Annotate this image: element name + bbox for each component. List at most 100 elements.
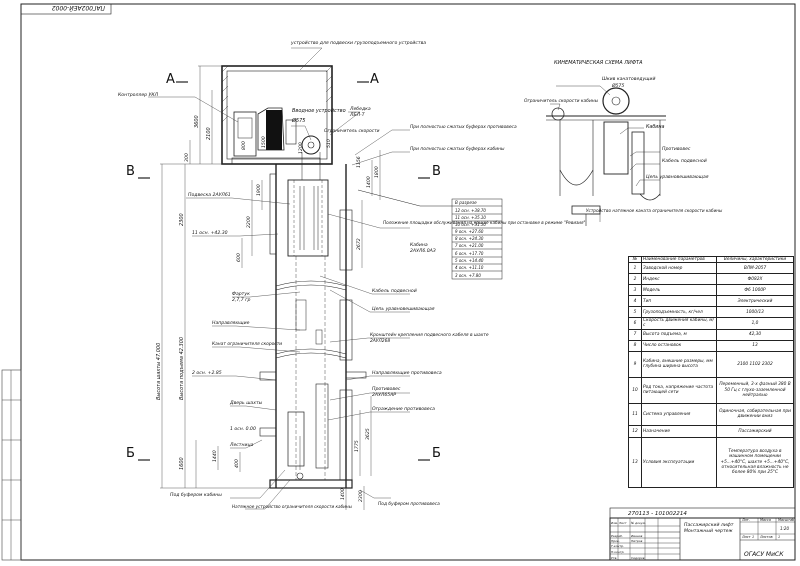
- section-marks: [138, 81, 430, 461]
- sign-role: Н.контр.: [611, 550, 624, 554]
- kin-chain: Цепь уравновешивающая: [646, 174, 709, 180]
- dim-d2: 800: [241, 141, 247, 150]
- floor-row: 6 осн. +17.70: [455, 251, 484, 256]
- dim-d4: 1400: [366, 176, 372, 188]
- spec-num: 8: [628, 339, 642, 352]
- doc-code: 270113 - 101002214: [628, 511, 687, 517]
- dim-d1: 1900: [256, 184, 262, 196]
- sign-name: Сидоров: [631, 556, 645, 560]
- doc-subtitle: Монтажный чертеж: [684, 528, 733, 534]
- label-guide: Направляющие: [212, 320, 250, 326]
- spec-value: 42,30: [716, 328, 794, 341]
- dim-d3: 1200: [298, 142, 304, 154]
- spec-value: Температура воздуха в машинном помещении…: [716, 436, 794, 488]
- spec-param: Условия эксплуатации: [641, 436, 717, 488]
- spec-row: 10 Род тока, напряжение частота питающей…: [628, 376, 794, 404]
- sign-role: Пров.: [611, 539, 620, 543]
- floor-row: 4 осн. +11.10: [455, 265, 484, 270]
- spec-value: 1000/13: [716, 306, 794, 319]
- label-limiter-top: Ограничитель скорости: [324, 128, 380, 134]
- kin-pulley-dia: Ø575: [611, 82, 624, 89]
- floor-row: 3 осн. +7.80: [455, 273, 481, 278]
- doc-title: Пассажирский лифт: [684, 522, 734, 528]
- spec-param: Грузоподъемность, кг/чел: [641, 306, 717, 319]
- spec-num: 4: [628, 295, 642, 308]
- sheet-header: Лист: [741, 535, 752, 539]
- kin-limiter: Ограничитель скорости кабины: [524, 98, 599, 104]
- spec-row: 2 Индекс Ф082Х: [628, 273, 794, 286]
- spec-param: Заводской номер: [641, 262, 717, 275]
- org-name: ОГАСУ МиСК: [744, 551, 784, 558]
- label-ladder: Лестница: [229, 442, 254, 448]
- spec-num: 7: [628, 328, 642, 341]
- spec-num: 12: [628, 424, 642, 438]
- spec-num: 3: [628, 284, 642, 297]
- dim-d10: 1800: [374, 166, 380, 178]
- spec-num: 2: [628, 273, 642, 286]
- spec-param: Назначение: [641, 424, 717, 438]
- label-winch: Лебедка: [349, 106, 371, 112]
- spec-row: 3 Модель Ф6 1000Р: [628, 284, 794, 297]
- spec-row: 5 Грузоподъемность, кг/чел 1000/13: [628, 306, 794, 319]
- kin-pulley: Шкив канатоведущий: [602, 76, 655, 82]
- spec-num: 11: [628, 402, 642, 426]
- label-cabin-type: 2АУЛ6.0АЗ: [410, 248, 436, 254]
- spec-table: № Наименование параметров Величины, хара…: [628, 255, 794, 488]
- dim-d15: 600: [236, 253, 242, 262]
- kinematic-title: КИНЕМАТИЧЕСКАЯ СХЕМА ЛИФТА: [554, 60, 643, 66]
- label-beam: Подвеска 2АУЛ61: [188, 192, 231, 198]
- label-cab-buffer: Под буфером кабины: [170, 492, 222, 498]
- dim-d11: 400: [234, 459, 240, 468]
- sheets-header: Листов: [759, 535, 773, 539]
- label-hook: устройство для подвески грузоподъемного …: [290, 40, 426, 46]
- spec-header-cell: Величины, характеристики: [716, 255, 794, 264]
- label-pit-mark: 1 осн. 0.00: [230, 426, 256, 432]
- section-mark-b-left: В: [126, 164, 135, 179]
- sign-name: Петров: [631, 539, 643, 543]
- spec-value: Ф082Х: [716, 273, 794, 286]
- spec-value: Электрический: [716, 295, 794, 308]
- spec-param: Тип: [641, 295, 717, 308]
- spec-value: 2100 1102 2302: [716, 350, 794, 378]
- spec-row: 12 Назначение Пассажирский: [628, 424, 794, 438]
- spec-num: 5: [628, 306, 642, 319]
- label-cw: Противовес: [372, 386, 401, 392]
- spec-num: 10: [628, 376, 642, 404]
- sign-name: Лист: [618, 521, 627, 525]
- binding-strip: [1, 369, 22, 561]
- label-intro-device: Вводное устройство: [292, 108, 346, 114]
- spec-param: Система управления: [641, 402, 717, 426]
- dim-d14: 1500: [261, 136, 267, 148]
- label-pulley-dia: Ø575: [291, 117, 305, 124]
- spec-value: Одиночная, собирательная при движении вн…: [716, 402, 794, 426]
- spec-param: Скорость движения кабины, м/с: [641, 317, 717, 330]
- label-cabin: Кабина: [410, 242, 428, 248]
- label-door-type: 2,7,7 гр: [232, 297, 251, 303]
- dim-shaft-height: Высота шахты 47.000: [156, 343, 162, 400]
- dim-top-gap: 3600: [194, 115, 200, 128]
- spec-value: Ф6 1000Р: [716, 284, 794, 297]
- spec-row: 7 Высота подъема, м 42,30: [628, 328, 794, 341]
- spec-param: Индекс: [641, 273, 717, 286]
- spec-value: Переменный, 3-х фазный 380 В 50 Гц с глу…: [716, 376, 794, 404]
- spec-param: Число остановок: [641, 339, 717, 352]
- dim-d16: 300: [184, 153, 190, 162]
- label-bracket-type: 2АУЛ268: [370, 338, 390, 344]
- floor-row: 5 осн. +14.40: [455, 258, 484, 263]
- spec-row: 13 Условия эксплуатации Температура возд…: [628, 436, 794, 488]
- label-stop-cw: При полностью сжатых буферах противовеса: [410, 124, 517, 130]
- floor-row: 7 осн. +21.00: [455, 243, 484, 248]
- scale-header: Масштаб: [778, 518, 794, 522]
- kin-counterweight: Противовес: [662, 146, 691, 152]
- spec-row: 1 Заводской номер ВЛМ-2057: [628, 262, 794, 275]
- sign-role: Т.контр.: [611, 544, 624, 548]
- sign-doc: № докум.: [630, 521, 646, 525]
- label-floor2: 2 осн. +2.85: [192, 370, 222, 376]
- dim-d13: 1156: [356, 156, 362, 168]
- spec-param: Кабина, внешние размеры, мм глубина шири…: [641, 350, 717, 378]
- dim-lift-height: Высота подъема 42.300: [179, 337, 185, 400]
- section-mark-a-left: А: [166, 72, 175, 87]
- floor-row: 12 осн. +38.70: [455, 208, 486, 213]
- sign-role: Изм.: [611, 521, 618, 525]
- kin-cable: Кабель подвесной: [662, 158, 707, 164]
